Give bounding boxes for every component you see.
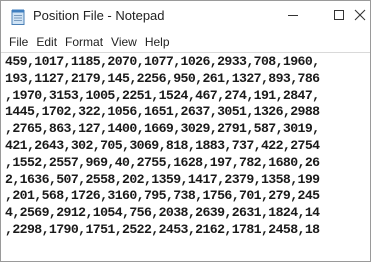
text-line: 2,1636,507,2558,202,1359,1417,2379,1358,… <box>5 171 320 187</box>
notepad-window: Position File - Notepad File Edit Format… <box>0 0 371 262</box>
text-line: ,201,568,1726,3160,795,738,1756,701,279,… <box>5 188 320 204</box>
close-icon <box>354 8 366 26</box>
text-line: 459,1017,1185,2070,1077,1026,2933,708,19… <box>5 54 320 69</box>
close-button[interactable] <box>340 1 370 32</box>
menu-view[interactable]: View <box>107 32 141 52</box>
text-line: 421,2643,302,705,3069,818,1883,737,422,2… <box>5 137 320 153</box>
text-line: ,1970,3153,1005,2251,1524,467,274,191,28… <box>5 87 320 103</box>
minimize-icon <box>287 8 299 26</box>
title-bar[interactable]: Position File - Notepad <box>1 1 370 32</box>
notepad-icon <box>11 9 25 25</box>
text-line: ,2765,863,127,1400,1669,3029,2791,587,30… <box>5 121 320 137</box>
menu-format[interactable]: Format <box>61 32 107 52</box>
minimize-button[interactable] <box>270 1 316 32</box>
window-title: Position File - Notepad <box>33 8 165 23</box>
text-line: ,2298,1790,1751,2522,2453,2162,1781,2458… <box>5 221 320 237</box>
text-line: 4,2569,2912,1054,756,2038,2639,2631,1824… <box>5 205 320 221</box>
text-editor-area[interactable]: 459,1017,1185,2070,1077,1026,2933,708,19… <box>1 52 370 261</box>
menu-edit[interactable]: Edit <box>32 32 61 52</box>
text-line: 1445,1702,322,1056,1651,2637,3051,1326,2… <box>5 104 320 120</box>
menu-help[interactable]: Help <box>141 32 174 52</box>
menu-file[interactable]: File <box>5 32 32 52</box>
text-line: ,1552,2557,969,40,2755,1628,197,782,1680… <box>5 154 320 170</box>
text-line: 193,1127,2179,145,2256,950,261,1327,893,… <box>5 70 320 86</box>
menu-bar: File Edit Format View Help <box>1 32 370 52</box>
